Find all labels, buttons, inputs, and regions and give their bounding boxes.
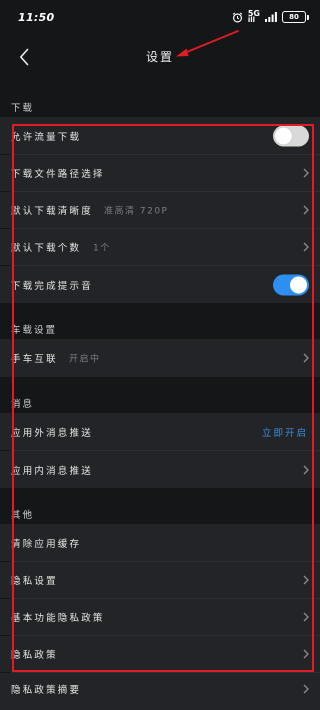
status-icons: 5G ill 80 — [232, 10, 309, 24]
chevron-right-icon — [303, 168, 309, 178]
signal-icon — [265, 12, 277, 22]
chevron-right-icon — [303, 353, 309, 363]
row-default-quality[interactable]: 默认下载清晰度 准高清 720P — [0, 192, 320, 228]
section-other-label: 其他 — [11, 510, 35, 521]
row-value: 开启中 — [69, 354, 101, 365]
row-outside-app-push[interactable]: 应用外消息推送 立即开启 — [0, 413, 320, 450]
toggle-download-complete-sound[interactable] — [273, 274, 309, 295]
row-value: 1个 — [93, 243, 111, 254]
row-download-path[interactable]: 下载文件路径选择 — [0, 155, 320, 191]
network-sub: ill — [247, 16, 256, 24]
status-bar: 11:50 5G ill 80 — [0, 0, 320, 36]
network-icon: 5G ill — [247, 10, 260, 24]
row-label: 下载文件路径选择 — [11, 169, 105, 180]
page-title: 设置 — [145, 50, 174, 64]
row-value: 准高清 720P — [104, 206, 169, 217]
row-clear-cache[interactable]: 清除应用缓存 — [0, 524, 320, 561]
row-label: 隐私设置 — [11, 576, 58, 587]
annotation-arrow — [176, 30, 239, 57]
row-label: 默认下载清晰度 — [11, 206, 93, 217]
row-label: 清除应用缓存 — [11, 538, 82, 550]
section-car-label: 车载设置 — [11, 325, 58, 336]
row-label: 下载完成提示音 — [11, 280, 93, 292]
toggle-knob — [275, 127, 292, 144]
row-privacy-policy[interactable]: 隐私政策 — [0, 636, 320, 672]
settings-page: 11:50 5G ill 80 设置 下载 允许流量下载 下载文件路径选择 默认… — [0, 0, 320, 710]
row-inside-app-push[interactable]: 应用内消息推送 — [0, 451, 320, 488]
row-download-complete-sound[interactable]: 下载完成提示音 — [0, 266, 320, 303]
chevron-right-icon — [303, 242, 309, 252]
enable-now-link[interactable]: 立即开启 — [262, 425, 308, 439]
chevron-right-icon — [303, 205, 309, 215]
row-label: 应用外消息推送 — [11, 427, 93, 439]
row-label: 默认下载个数 — [11, 243, 82, 254]
section-download-label: 下载 — [11, 103, 35, 114]
row-default-count[interactable]: 默认下载个数 1个 — [0, 229, 320, 265]
alarm-icon — [232, 12, 243, 22]
top-bar: 设置 — [0, 36, 320, 78]
chevron-right-icon — [303, 465, 309, 474]
section-message-label: 消息 — [11, 399, 35, 410]
chevron-right-icon — [303, 684, 309, 694]
row-privacy-policy-summary[interactable]: 隐私政策摘要 — [0, 673, 320, 710]
row-label: 手车互联 — [11, 354, 58, 365]
row-label: 基本功能隐私政策 — [11, 613, 105, 624]
chevron-right-icon — [303, 612, 309, 622]
row-label: 隐私政策摘要 — [11, 685, 82, 696]
status-time: 11:50 — [18, 11, 55, 24]
row-privacy-settings[interactable]: 隐私设置 — [0, 562, 320, 598]
row-car-link[interactable]: 手车互联 开启中 — [0, 339, 320, 377]
chevron-right-icon — [303, 649, 309, 659]
chevron-right-icon — [303, 575, 309, 585]
row-allow-mobile-data-download[interactable]: 允许流量下载 — [0, 117, 320, 154]
row-label: 隐私政策 — [11, 650, 58, 661]
toggle-allow-mobile-data[interactable] — [273, 125, 309, 146]
battery-icon: 80 — [282, 11, 309, 23]
row-basic-privacy-policy[interactable]: 基本功能隐私政策 — [0, 599, 320, 635]
row-label: 允许流量下载 — [11, 131, 82, 143]
row-label: 应用内消息推送 — [11, 465, 93, 477]
toggle-knob — [290, 276, 307, 293]
